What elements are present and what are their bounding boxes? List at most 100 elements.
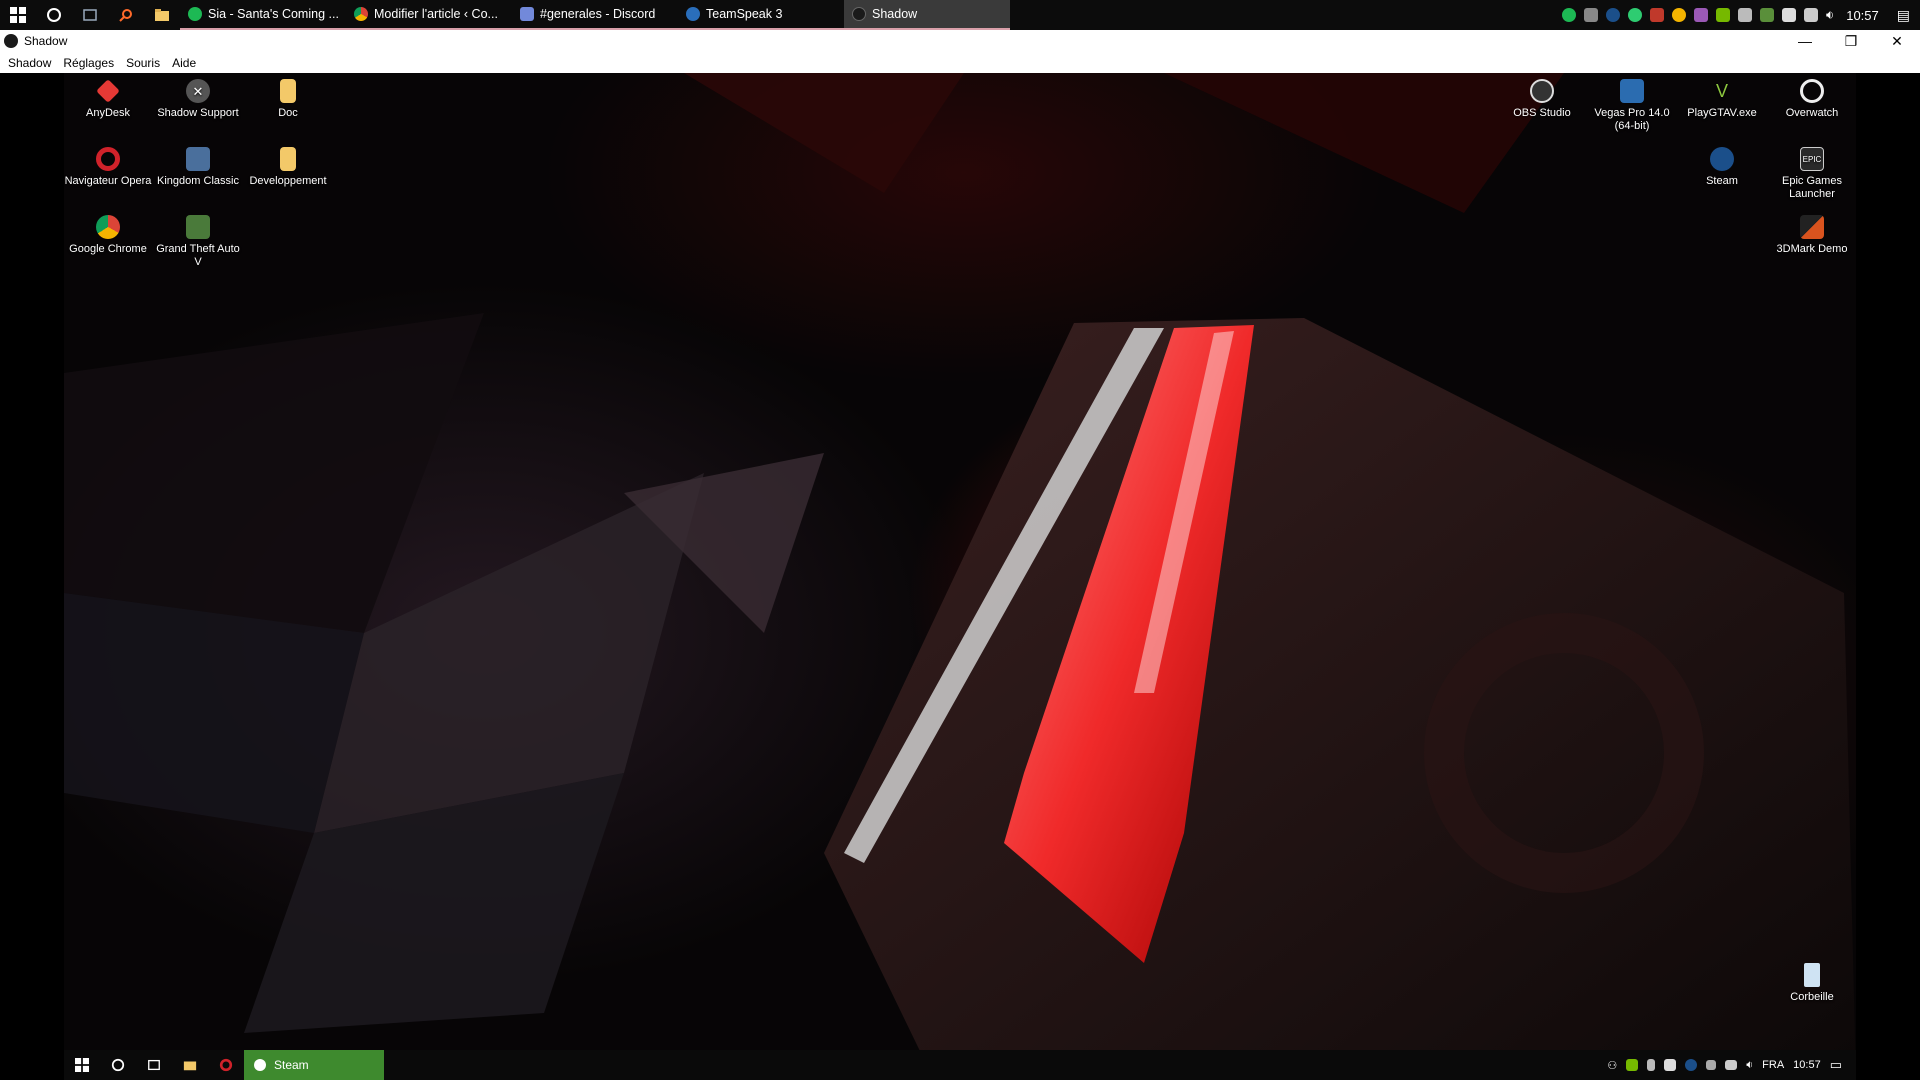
desktop-icon-label: PlayGTAV.exe <box>1687 107 1757 119</box>
epic-icon: EPIC <box>1800 147 1824 171</box>
overwatch-icon <box>1800 79 1824 103</box>
shadow-icon <box>852 7 866 21</box>
desktop-icon-epic-games[interactable]: EPIC Epic Games Launcher <box>1768 147 1856 201</box>
window-titlebar: Shadow — ❐ ✕ <box>0 30 1920 52</box>
taskbar-app-label: Modifier l'article ‹ Co... <box>374 7 498 21</box>
desktop-icon-3dmark[interactable]: 3DMark Demo <box>1768 215 1856 256</box>
taskbar-app-shadow[interactable]: Shadow <box>844 0 1010 30</box>
desktop-icon-steam[interactable]: Steam <box>1678 147 1766 188</box>
taskbar-app-label: Steam <box>274 1058 309 1072</box>
desktop-icon-label: Overwatch <box>1785 107 1839 119</box>
close-button[interactable]: ✕ <box>1874 30 1920 52</box>
volume-icon[interactable]: 🔉︎ <box>1746 1059 1753 1072</box>
gpu-tray-icon[interactable] <box>1760 8 1775 22</box>
desktop-icon-shadow-support[interactable]: ✕ Shadow Support <box>154 79 242 120</box>
desktop-icon-kingdom-classic[interactable]: Kingdom Classic <box>154 147 242 188</box>
desktop-icon-developpement[interactable]: Developpement <box>244 147 332 188</box>
desktop-icon-label: Developpement <box>249 175 327 187</box>
desktop-icon-vegas-pro[interactable]: Vegas Pro 14.0 (64-bit) <box>1588 79 1676 133</box>
windows-start-icon[interactable] <box>0 0 36 30</box>
desktop-icon-label: Navigateur Opera <box>64 175 152 187</box>
spotify-icon <box>188 7 202 21</box>
up-arrow-icon[interactable] <box>1706 1060 1717 1070</box>
gtav-icon: V <box>1715 80 1728 101</box>
plane-tray-icon[interactable] <box>1584 8 1599 22</box>
taskbar-app-spotify[interactable]: Sia - Santa's Coming ... <box>180 0 346 30</box>
folder-icon <box>280 147 296 171</box>
menu-reglages[interactable]: Réglages <box>57 56 120 70</box>
taskbar-app-label: Sia - Santa's Coming ... <box>208 7 339 21</box>
restore-button[interactable]: ❐ <box>1828 30 1874 52</box>
task-view-icon[interactable] <box>72 0 108 30</box>
desktop-icon-doc[interactable]: Doc <box>244 79 332 120</box>
shield-tray-icon[interactable] <box>1664 1059 1677 1071</box>
desktop-icon-label: Vegas Pro 14.0 (64-bit) <box>1594 107 1670 132</box>
desktop-icon-recycle-bin[interactable]: Corbeille <box>1768 963 1856 1004</box>
people-icon[interactable]: ⚇ <box>1607 1059 1617 1072</box>
desktop-icon-gta-v[interactable]: Grand Theft Auto V <box>154 215 242 269</box>
usb-tray-icon[interactable] <box>1647 1059 1656 1071</box>
desktop-icon-label: Doc <box>278 107 298 119</box>
desktop-icon-label: Google Chrome <box>69 243 147 255</box>
menubar: Shadow Réglages Souris Aide <box>0 52 1920 73</box>
pen-tray-icon[interactable] <box>1694 8 1709 22</box>
status-tray-icon[interactable] <box>1628 8 1643 22</box>
menu-aide[interactable]: Aide <box>166 56 202 70</box>
usb-tray-icon[interactable] <box>1738 8 1753 22</box>
remote-desktop[interactable]: AnyDesk ✕ Shadow Support Doc Navigateur … <box>64 73 1856 1080</box>
taskbar-app-label: TeamSpeak 3 <box>706 7 783 21</box>
remote-system-tray: ⚇ 🔉︎ FRA 10:57 ▭ <box>1607 1057 1856 1073</box>
taskbar-app-discord[interactable]: #generales - Discord <box>512 0 678 30</box>
notification-icon[interactable]: ▭ <box>1830 1057 1842 1073</box>
taskbar-app-steam[interactable]: Steam <box>244 1050 384 1080</box>
remote-cortana-icon[interactable] <box>100 1050 136 1080</box>
system-tray: 🔉︎ 10:57 ▤ <box>1562 7 1920 24</box>
search-icon[interactable] <box>108 0 144 30</box>
app-tray-icon[interactable] <box>1650 8 1665 22</box>
host-clock[interactable]: 10:57 <box>1842 8 1889 23</box>
network-icon[interactable] <box>1725 1060 1738 1070</box>
language-indicator[interactable]: FRA <box>1762 1059 1784 1071</box>
notification-icon[interactable]: ▤ <box>1897 7 1910 24</box>
vegas-icon <box>1620 79 1644 103</box>
taskbar-app-label: Shadow <box>872 7 918 21</box>
network-icon[interactable] <box>1804 8 1819 22</box>
wallpaper <box>64 73 1856 1080</box>
chrome-icon <box>96 215 120 239</box>
menu-shadow[interactable]: Shadow <box>2 56 57 70</box>
desktop-icon-playgtav[interactable]: V PlayGTAV.exe <box>1678 79 1766 120</box>
3dmark-icon <box>1800 215 1824 239</box>
desktop-icon-overwatch[interactable]: Overwatch <box>1768 79 1856 120</box>
steam-tray-icon[interactable] <box>1685 1059 1698 1071</box>
desktop-icon-label: AnyDesk <box>85 107 131 119</box>
remote-clock[interactable]: 10:57 <box>1793 1059 1821 1071</box>
spotify-tray-icon[interactable] <box>1562 8 1577 22</box>
remote-taskbar: Steam ⚇ 🔉︎ FRA 10:57 ▭ <box>64 1050 1856 1080</box>
obs-icon <box>1530 79 1554 103</box>
desktop-icon-obs-studio[interactable]: OBS Studio <box>1498 79 1586 120</box>
taskbar-app-teamspeak[interactable]: TeamSpeak 3 <box>678 0 844 30</box>
taskbar-app-chrome[interactable]: Modifier l'article ‹ Co... <box>346 0 512 30</box>
desktop-icon-label: Kingdom Classic <box>157 175 239 187</box>
remote-opera-icon[interactable] <box>208 1050 244 1080</box>
shadow-app-icon <box>4 34 18 48</box>
menu-souris[interactable]: Souris <box>120 56 166 70</box>
minimize-button[interactable]: — <box>1782 30 1828 52</box>
remote-file-explorer-icon[interactable] <box>172 1050 208 1080</box>
desktop-icon-label: Grand Theft Auto V <box>156 243 240 268</box>
shield-tray-icon[interactable] <box>1782 8 1797 22</box>
desktop-icon-google-chrome[interactable]: Google Chrome <box>64 215 152 256</box>
opera-icon <box>96 147 120 171</box>
remote-start-icon[interactable] <box>64 1050 100 1080</box>
chrome-tray-icon[interactable] <box>1672 8 1687 22</box>
folder-icon <box>280 79 296 103</box>
volume-icon[interactable]: 🔉︎ <box>1826 7 1834 23</box>
desktop-icon-opera[interactable]: Navigateur Opera <box>64 147 152 188</box>
file-explorer-icon[interactable] <box>144 0 180 30</box>
remote-task-view-icon[interactable] <box>136 1050 172 1080</box>
nvidia-tray-icon[interactable] <box>1716 8 1731 22</box>
steam-tray-icon[interactable] <box>1606 8 1621 22</box>
cortana-icon[interactable] <box>36 0 72 30</box>
nvidia-tray-icon[interactable] <box>1626 1059 1639 1071</box>
desktop-icon-anydesk[interactable]: AnyDesk <box>64 79 152 120</box>
